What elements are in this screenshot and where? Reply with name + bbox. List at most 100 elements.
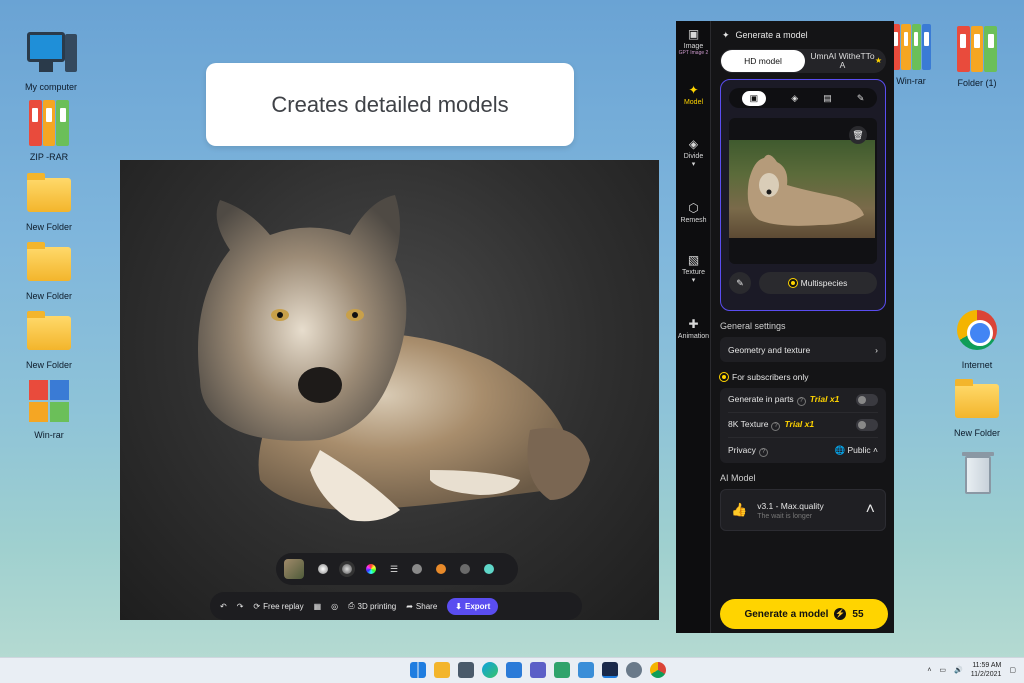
multispecies-button[interactable]: Multispecies (759, 272, 877, 294)
delete-image-button[interactable]: 🗑 (849, 126, 867, 144)
feature-caption: Creates detailed models (206, 63, 574, 146)
rail-item-image[interactable]: ▣ Image GPT Image 2 (676, 27, 711, 56)
edge-icon[interactable] (482, 662, 498, 678)
desktop-icon-recycle-bin[interactable] (942, 452, 1012, 506)
app-active-icon[interactable] (602, 662, 618, 678)
rail-item-texture[interactable]: ▧ Texture ▾ (676, 253, 711, 284)
windows-start-icon[interactable] (410, 662, 426, 678)
rail-item-divide[interactable]: ◈ Divide ▾ (676, 137, 711, 168)
clock[interactable]: 11:59 AM 11/2/2021 (971, 661, 1002, 679)
desktop-icon-new-folder-2[interactable]: New Folder (14, 237, 84, 302)
desktop-icon-internet[interactable]: Internet (942, 306, 1012, 371)
free-replay-button[interactable]: ⟳ Free replay (253, 602, 303, 611)
teams-icon[interactable] (530, 662, 546, 678)
wolf-model-render (198, 195, 590, 522)
3d-printing-button[interactable]: ⎙ 3D printing (348, 601, 396, 611)
folder-icon (951, 374, 1003, 426)
tab-pencil-icon[interactable]: ✎ (857, 93, 865, 104)
panel-title: ✦ Generate a model (722, 29, 808, 41)
wolf-photo (729, 140, 875, 238)
pencil-icon: ✎ (736, 277, 744, 288)
share-button[interactable]: ➦ Share (406, 602, 437, 611)
model-viewer[interactable]: ☰ ↶ ↷ ⟳ Free replay ▦ ◎ ⎙ 3D printing ➦ Sha… (120, 160, 659, 620)
tab-multi-image-icon[interactable]: ▤ (823, 93, 832, 104)
light-dot-dark[interactable] (460, 564, 471, 574)
export-button[interactable]: ⬇ Export (447, 597, 499, 615)
generator-app: ▣ Image GPT Image 2 ✦ Model ◈ Divide ▾ ⬡… (676, 21, 894, 633)
volume-icon[interactable]: 🔊 (954, 666, 963, 674)
viewer-toolbar: ↶ ↷ ⟳ Free replay ▦ ◎ ⎙ 3D printing ➦ Share… (210, 592, 582, 620)
setting-privacy: Privacy? 🌐 Public ˄ (728, 444, 878, 457)
sparkle-icon: ✦ (722, 29, 730, 40)
desktop-icon-win-rar[interactable]: Win-rar (14, 376, 84, 441)
network-icon[interactable]: ▭ (939, 666, 946, 674)
file-explorer-icon[interactable] (434, 662, 450, 678)
image-upload-card: ▣ ◈ ▤ ✎ 🗑 ✎ Multispecies (720, 79, 886, 311)
generate-panel: ✦ Generate a model HD model UmnAI WitheT… (712, 21, 894, 633)
taskbar-apps (410, 662, 666, 678)
maps-icon[interactable] (554, 662, 570, 678)
desktop-icon-my-computer[interactable]: My computer (16, 28, 86, 93)
reference-thumbnail[interactable] (284, 559, 304, 579)
desktop-icon-new-folder-right[interactable]: New Folder (942, 374, 1012, 439)
settings-gear-icon[interactable] (626, 662, 642, 678)
grid-icon[interactable]: ▦ (314, 602, 322, 611)
winrar-icon (23, 376, 75, 428)
desktop-icon-folder-1[interactable]: Folder (1) (942, 24, 1012, 89)
chevron-right-icon: › (875, 344, 878, 355)
sliders-icon[interactable]: ☰ (390, 564, 398, 575)
trash-icon (951, 452, 1003, 504)
desktop-icon-zip-rar[interactable]: ZIP -RAR (14, 98, 84, 163)
generate-in-parts-toggle[interactable] (856, 394, 878, 406)
material-dot-white[interactable] (318, 564, 328, 574)
8k-texture-toggle[interactable] (856, 419, 878, 431)
model-mode-switch: HD model UmnAI WitheTTo A ★ (720, 49, 886, 73)
rail-item-remesh[interactable]: ⬡ Remesh (676, 201, 711, 224)
folder-icon (23, 168, 75, 220)
undo-icon[interactable]: ↶ (220, 602, 227, 611)
chevron-up-icon[interactable]: ˄ (927, 667, 931, 674)
redo-icon[interactable]: ↷ (237, 602, 244, 611)
coin-icon (788, 279, 797, 287)
bolt-icon: ⚡ (834, 608, 847, 620)
upload-footer: ✎ Multispecies (729, 272, 877, 294)
help-icon[interactable]: ? (771, 422, 781, 431)
globe-icon: 🌐 (834, 445, 846, 455)
mode-hd-button[interactable]: HD model (721, 50, 805, 72)
archive-books-icon (951, 24, 1003, 76)
light-dot-grey[interactable] (412, 564, 423, 574)
light-dot-orange[interactable] (436, 564, 447, 574)
archive-books-icon (23, 98, 75, 150)
material-bar: ☰ (276, 553, 518, 585)
rail-item-model[interactable]: ✦ Model (676, 83, 711, 106)
material-dot-clay[interactable] (342, 564, 352, 574)
chrome-icon[interactable] (650, 662, 666, 678)
desktop-icon-new-folder-3[interactable]: New Folder (14, 306, 84, 371)
camera-icon[interactable] (458, 662, 474, 678)
store-icon[interactable] (506, 662, 522, 678)
photos-icon[interactable] (578, 662, 594, 678)
tab-cube-icon[interactable]: ◈ (791, 93, 798, 104)
uploaded-image-frame[interactable]: 🗑 (729, 118, 877, 264)
notification-icon[interactable]: ▢ (1009, 666, 1016, 674)
desktop-icon-new-folder-1[interactable]: New Folder (14, 168, 84, 233)
input-type-tabs: ▣ ◈ ▤ ✎ (729, 88, 877, 108)
texture-icon: ▧ (687, 253, 700, 267)
light-dot-teal[interactable] (484, 564, 495, 574)
generate-model-button[interactable]: Generate a model ⚡ 55 (720, 599, 888, 629)
rail-item-animation[interactable]: ✚ Animation (676, 317, 711, 340)
gpt-image-badge: GPT Image 2 (678, 50, 709, 56)
orbit-icon[interactable]: ◎ (331, 602, 338, 611)
taskbar: ˄ ▭ 🔊 11:59 AM 11/2/2021 ▢ (0, 657, 1024, 683)
geometry-row[interactable]: Geometry and texture › (720, 337, 886, 362)
edit-image-button[interactable]: ✎ (729, 272, 751, 294)
help-icon[interactable]: ? (758, 447, 768, 457)
computer-icon (25, 28, 77, 80)
tab-image-icon[interactable]: ▣ (741, 90, 767, 106)
privacy-select[interactable]: 🌐 Public ˄ (835, 445, 878, 456)
replay-icon: ⟳ (253, 601, 261, 611)
image-icon: ▣ (687, 27, 700, 41)
material-dot-rainbow[interactable] (366, 564, 376, 574)
help-icon[interactable]: ? (796, 397, 806, 406)
ai-model-select[interactable]: 👍 v3.1 - Max.quality The wait is longer … (720, 489, 886, 531)
